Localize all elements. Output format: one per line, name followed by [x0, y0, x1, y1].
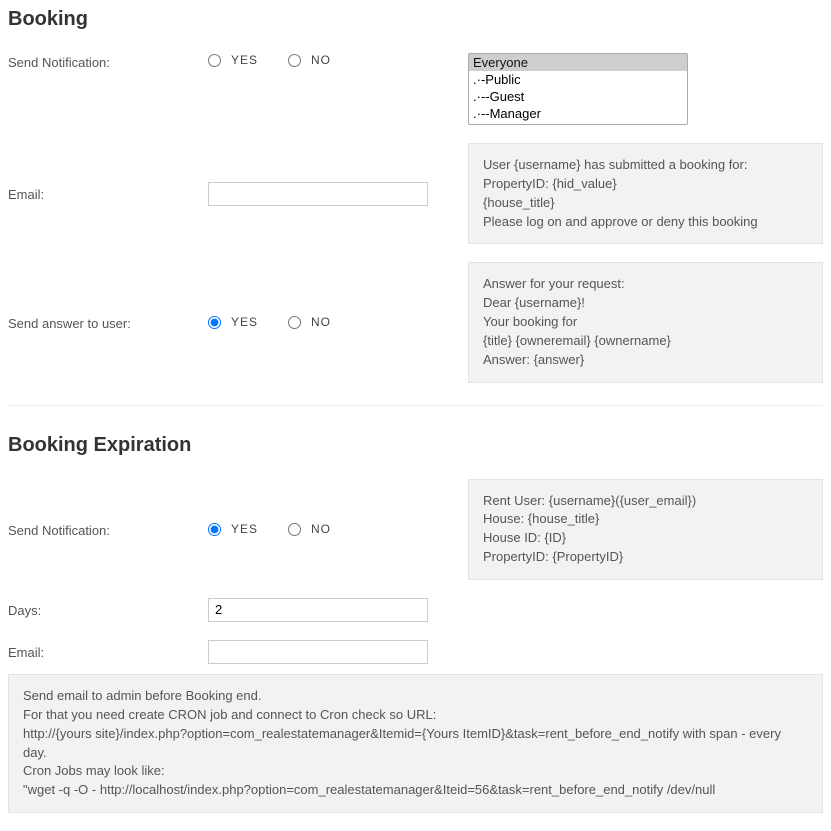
booking-email-row: Email: User {username} has submitted a b… — [8, 143, 823, 244]
send-answer-label: Send answer to user: — [8, 314, 208, 331]
send-answer-yes-radio[interactable] — [208, 316, 221, 329]
booking-email-input[interactable] — [208, 182, 428, 206]
send-answer-row: Send answer to user: YES NO Answer for y… — [8, 262, 823, 382]
exp-email-input[interactable] — [208, 640, 428, 664]
send-notification-no-label: NO — [311, 53, 331, 67]
recipients-col: Everyone.·-Public.·--Guest.·--Manager — [468, 53, 823, 125]
booking-template1: User {username} has submitted a booking … — [468, 143, 823, 244]
exp-notification-no[interactable]: NO — [288, 522, 331, 536]
booking-email-label: Email: — [8, 185, 208, 202]
exp-notification-yes[interactable]: YES — [208, 522, 258, 536]
send-answer-no[interactable]: NO — [288, 315, 331, 329]
expiration-section: Booking Expiration Send Notification: YE… — [8, 434, 823, 813]
booking-email-input-col — [208, 182, 468, 206]
exp-notification-row: Send Notification: YES NO Rent User: {us… — [8, 479, 823, 580]
send-answer-yes[interactable]: YES — [208, 315, 258, 329]
exp-notification-no-radio[interactable] — [288, 523, 301, 536]
exp-notification-radios: YES NO — [208, 522, 468, 536]
send-notification-label: Send Notification: — [8, 53, 208, 70]
exp-days-label: Days: — [8, 601, 208, 618]
exp-template: Rent User: {username}({user_email}) Hous… — [468, 479, 823, 580]
exp-template-col: Rent User: {username}({user_email}) Hous… — [468, 479, 823, 580]
exp-days-row: Days: — [8, 598, 823, 622]
send-answer-radios: YES NO — [208, 315, 468, 329]
send-notification-no[interactable]: NO — [288, 53, 331, 67]
send-notification-row: Send Notification: YES NO Everyone.·-Pub… — [8, 53, 823, 125]
exp-email-row: Email: — [8, 640, 823, 664]
exp-days-input-col — [208, 598, 468, 622]
exp-notification-no-label: NO — [311, 522, 331, 536]
booking-heading: Booking — [8, 8, 823, 31]
booking-template2-col: Answer for your request: Dear {username}… — [468, 262, 823, 382]
send-notification-yes-label: YES — [231, 53, 258, 67]
booking-template1-col: User {username} has submitted a booking … — [468, 143, 823, 244]
recipients-select[interactable]: Everyone.·-Public.·--Guest.·--Manager — [468, 53, 688, 125]
send-answer-no-label: NO — [311, 315, 331, 329]
exp-notification-label: Send Notification: — [8, 521, 208, 538]
send-answer-yes-label: YES — [231, 315, 258, 329]
exp-days-input[interactable] — [208, 598, 428, 622]
expiration-heading: Booking Expiration — [8, 434, 823, 457]
send-answer-no-radio[interactable] — [288, 316, 301, 329]
booking-section: Booking Send Notification: YES NO Everyo… — [8, 8, 823, 383]
booking-template2: Answer for your request: Dear {username}… — [468, 262, 823, 382]
send-notification-yes-radio[interactable] — [208, 54, 221, 67]
send-notification-no-radio[interactable] — [288, 54, 301, 67]
exp-notification-yes-radio[interactable] — [208, 523, 221, 536]
exp-notification-yes-label: YES — [231, 522, 258, 536]
cron-help-box: Send email to admin before Booking end. … — [8, 674, 823, 813]
send-notification-yes[interactable]: YES — [208, 53, 258, 67]
exp-email-input-col — [208, 640, 468, 664]
exp-email-label: Email: — [8, 643, 208, 660]
send-notification-radios: YES NO — [208, 53, 468, 67]
section-divider — [8, 405, 823, 406]
